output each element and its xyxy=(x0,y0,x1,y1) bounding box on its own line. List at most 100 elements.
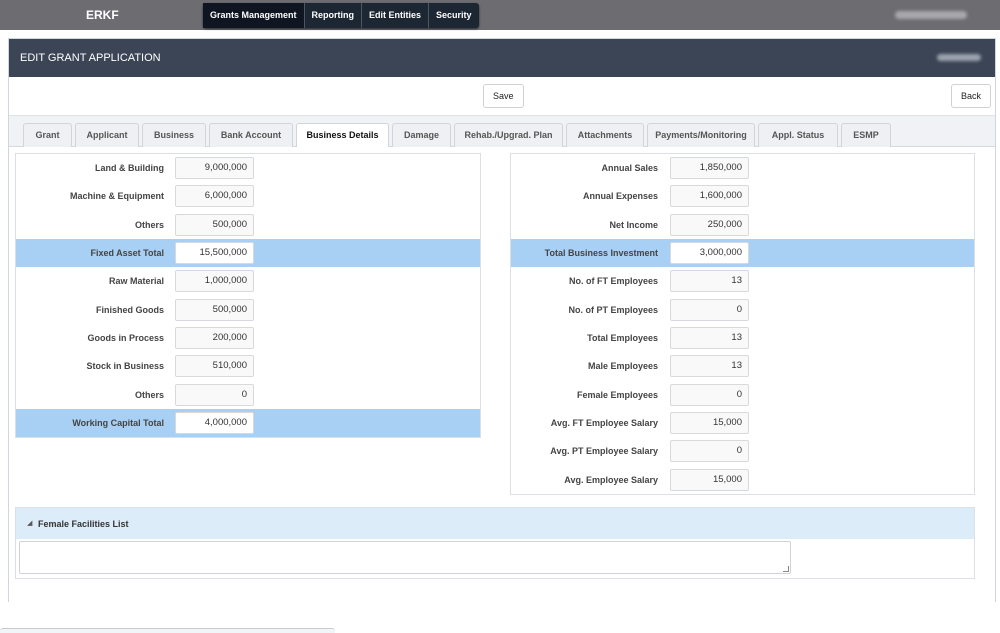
bottom-edge xyxy=(0,628,335,633)
field-row: Others 0 xyxy=(16,381,480,409)
field-label: Avg. PT Employee Salary xyxy=(550,446,658,456)
tab-rehab-upgrad-plan[interactable]: Rehab./Upgrad. Plan xyxy=(454,123,563,147)
avg-ft-salary-input[interactable]: 15,000 xyxy=(670,412,749,434)
pt-employees-input[interactable]: 0 xyxy=(670,299,749,321)
field-label: Annual Sales xyxy=(601,163,658,173)
field-row: No. of FT Employees 13 xyxy=(511,267,974,295)
field-label: No. of PT Employees xyxy=(568,305,658,315)
page-title: EDIT GRANT APPLICATION xyxy=(20,52,161,64)
nav-edit-entities[interactable]: Edit Entities xyxy=(362,3,430,28)
female-facilities-section: ◢ Female Facilities List xyxy=(15,507,975,579)
tab-damage[interactable]: Damage xyxy=(392,123,451,147)
field-label: Others xyxy=(134,220,164,230)
female-facilities-textarea[interactable] xyxy=(19,541,791,574)
toolbar: Save Back xyxy=(9,77,995,116)
field-label: Machine & Equipment xyxy=(69,191,164,201)
field-row: Finished Goods 500,000 xyxy=(16,296,480,324)
edit-grant-panel: EDIT GRANT APPLICATION Save Back Grant A… xyxy=(8,38,996,602)
field-label: No. of FT Employees xyxy=(568,276,658,286)
field-label: Raw Material xyxy=(108,276,164,286)
field-row: Avg. Employee Salary 15,000 xyxy=(511,466,974,494)
total-business-investment-row: Total Business Investment 3,000,000 xyxy=(511,239,974,267)
tab-applicant[interactable]: Applicant xyxy=(75,123,139,147)
net-income-input[interactable]: 250,000 xyxy=(670,214,749,236)
field-label: Stock in Business xyxy=(86,361,164,371)
nav-security[interactable]: Security xyxy=(429,3,479,28)
tab-business-details[interactable]: Business Details xyxy=(296,123,389,148)
tab-attachments[interactable]: Attachments xyxy=(566,123,644,147)
avg-employee-salary-input[interactable]: 15,000 xyxy=(670,469,749,491)
field-row: Male Employees 13 xyxy=(511,352,974,380)
assets-fieldset: Land & Building 9,000,000 Machine & Equi… xyxy=(15,153,481,438)
field-label: Working Capital Total xyxy=(72,418,164,428)
main-nav: Grants Management Reporting Edit Entitie… xyxy=(203,3,479,28)
field-row: Machine & Equipment 6,000,000 xyxy=(16,182,480,210)
collapse-arrow-icon[interactable]: ◢ xyxy=(27,519,32,527)
field-label: Total Business Investment xyxy=(544,248,658,258)
tab-payments-monitoring[interactable]: Payments/Monitoring xyxy=(647,123,755,147)
business-details-content: Land & Building 9,000,000 Machine & Equi… xyxy=(9,147,995,602)
business-metrics-fieldset: Annual Sales 1,850,000 Annual Expenses 1… xyxy=(510,153,975,495)
male-employees-input[interactable]: 13 xyxy=(670,355,749,377)
avg-pt-salary-input[interactable]: 0 xyxy=(670,440,749,462)
tab-grant[interactable]: Grant xyxy=(23,123,72,147)
field-label: Total Employees xyxy=(587,333,658,343)
field-row: Female Employees 0 xyxy=(511,381,974,409)
land-building-input[interactable]: 9,000,000 xyxy=(175,157,254,179)
raw-material-input[interactable]: 1,000,000 xyxy=(175,270,254,292)
annual-expenses-input[interactable]: 1,600,000 xyxy=(670,185,749,207)
field-row: Stock in Business 510,000 xyxy=(16,352,480,380)
user-menu-redacted[interactable] xyxy=(895,11,967,19)
field-row: Land & Building 9,000,000 xyxy=(16,154,480,182)
field-label: Land & Building xyxy=(95,163,164,173)
field-row: Annual Sales 1,850,000 xyxy=(511,154,974,182)
field-label: Annual Expenses xyxy=(582,191,658,201)
field-row: Avg. FT Employee Salary 15,000 xyxy=(511,409,974,437)
tab-bank-account[interactable]: Bank Account xyxy=(209,123,293,147)
field-label: Avg. FT Employee Salary xyxy=(550,418,658,428)
fixed-others-input[interactable]: 500,000 xyxy=(175,214,254,236)
field-row: Total Employees 13 xyxy=(511,324,974,352)
annual-sales-input[interactable]: 1,850,000 xyxy=(670,157,749,179)
nav-grants-management[interactable]: Grants Management xyxy=(203,3,305,28)
field-row: Raw Material 1,000,000 xyxy=(16,267,480,295)
tab-strip: Grant Applicant Business Bank Account Bu… xyxy=(9,116,995,148)
female-employees-input[interactable]: 0 xyxy=(670,384,749,406)
field-label: Others xyxy=(134,390,164,400)
app-brand[interactable]: ERKF xyxy=(86,8,119,22)
fixed-asset-total-row: Fixed Asset Total 15,500,000 xyxy=(16,239,480,267)
field-label: Female Employees xyxy=(576,390,658,400)
field-row: No. of PT Employees 0 xyxy=(511,296,974,324)
field-label: Finished Goods xyxy=(95,305,164,315)
ft-employees-input[interactable]: 13 xyxy=(670,270,749,292)
working-others-input[interactable]: 0 xyxy=(175,384,254,406)
fixed-asset-total-input[interactable]: 15,500,000 xyxy=(175,242,254,264)
tab-appl-status[interactable]: Appl. Status xyxy=(758,123,838,147)
field-label: Net Income xyxy=(609,220,658,230)
field-row: Net Income 250,000 xyxy=(511,211,974,239)
tab-business[interactable]: Business xyxy=(142,123,206,147)
nav-reporting[interactable]: Reporting xyxy=(305,3,363,28)
tab-esmp[interactable]: ESMP xyxy=(841,123,891,147)
field-label: Avg. Employee Salary xyxy=(564,475,658,485)
field-label: Male Employees xyxy=(587,361,658,371)
field-row: Goods in Process 200,000 xyxy=(16,324,480,352)
save-button[interactable]: Save xyxy=(483,84,524,108)
female-facilities-title: Female Facilities List xyxy=(38,519,129,529)
working-capital-total-input[interactable]: 4,000,000 xyxy=(175,412,254,434)
field-label: Fixed Asset Total xyxy=(90,248,164,258)
field-row: Annual Expenses 1,600,000 xyxy=(511,182,974,210)
total-business-investment-input[interactable]: 3,000,000 xyxy=(670,242,749,264)
finished-goods-input[interactable]: 500,000 xyxy=(175,299,254,321)
female-facilities-header[interactable]: ◢ Female Facilities List xyxy=(16,508,974,539)
total-employees-input[interactable]: 13 xyxy=(670,327,749,349)
field-label: Goods in Process xyxy=(87,333,164,343)
field-row: Others 500,000 xyxy=(16,211,480,239)
field-row: Avg. PT Employee Salary 0 xyxy=(511,437,974,465)
machine-equipment-input[interactable]: 6,000,000 xyxy=(175,185,254,207)
top-bar: ERKF Grants Management Reporting Edit En… xyxy=(0,0,1000,30)
goods-in-process-input[interactable]: 200,000 xyxy=(175,327,254,349)
stock-in-business-input[interactable]: 510,000 xyxy=(175,355,254,377)
resize-handle-icon[interactable] xyxy=(783,566,789,572)
back-button[interactable]: Back xyxy=(951,84,992,108)
